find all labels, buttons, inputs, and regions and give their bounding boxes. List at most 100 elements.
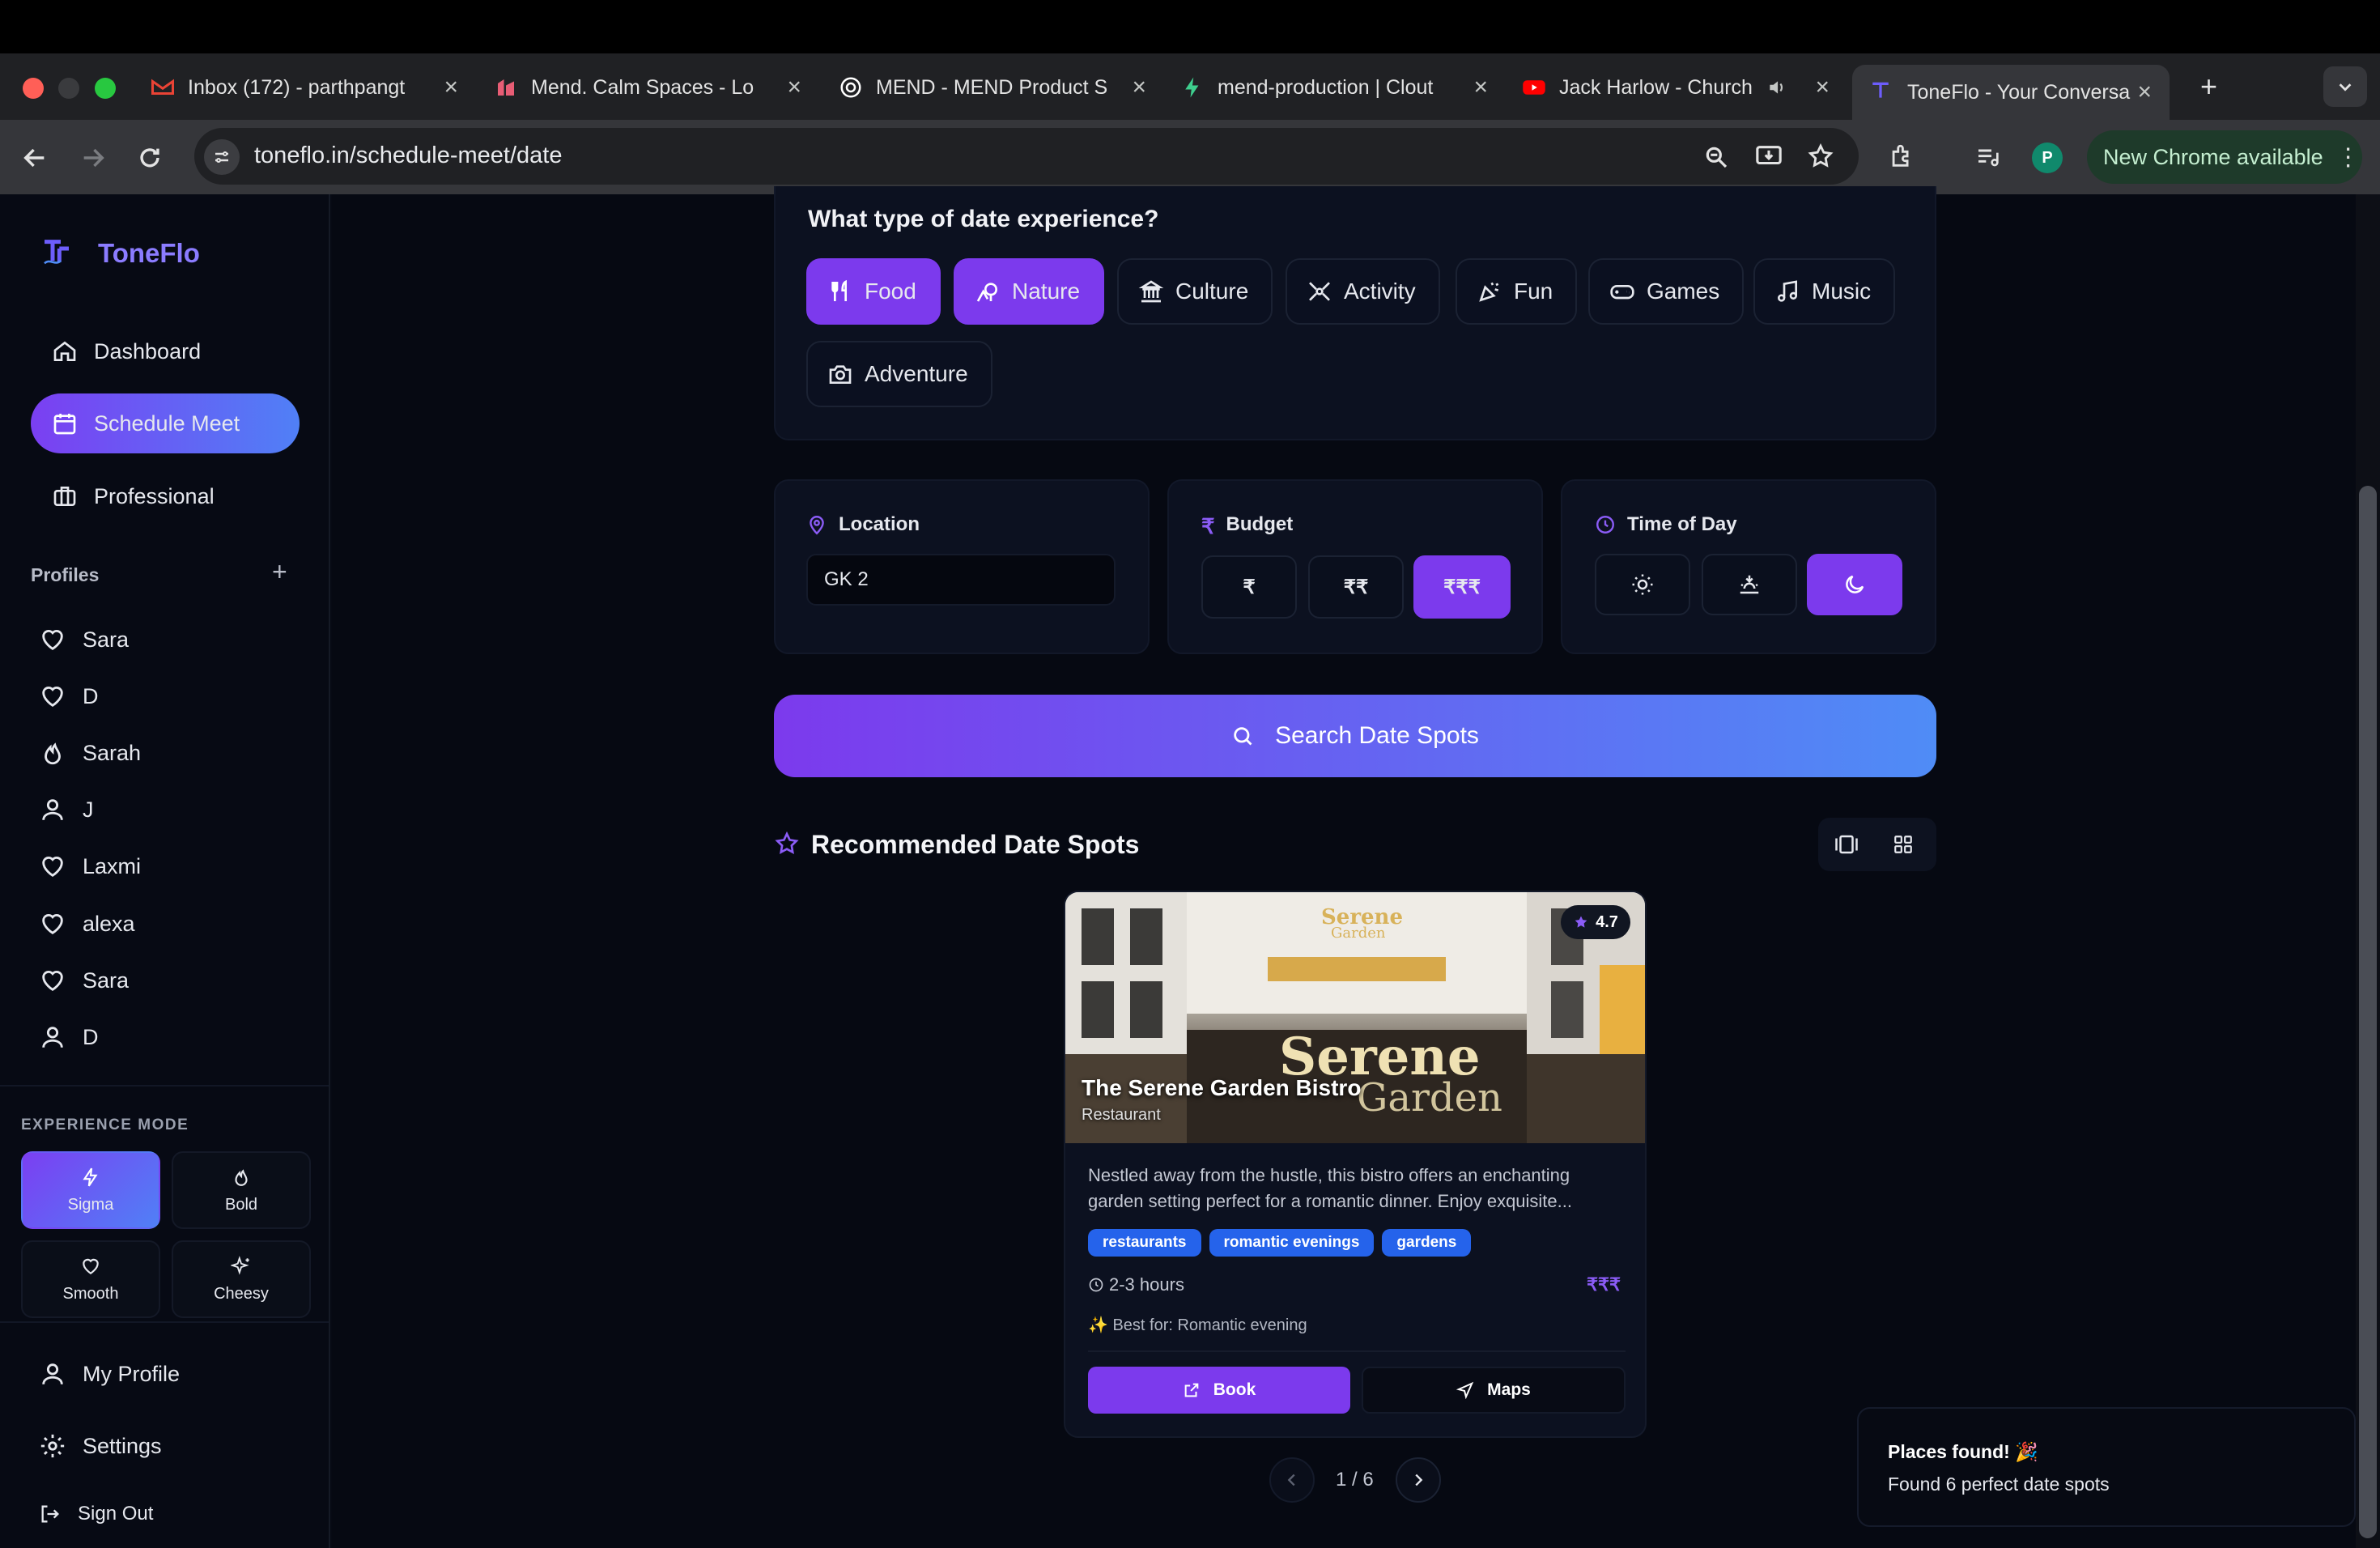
next-page-button[interactable] [1396, 1457, 1441, 1503]
category-adventure[interactable]: Adventure [806, 341, 992, 407]
brand-name[interactable]: ToneFlo [98, 238, 200, 269]
mode-sigma[interactable]: Sigma [21, 1151, 160, 1229]
toast-notification[interactable]: Places found! 🎉 Found 6 perfect date spo… [1857, 1407, 2356, 1527]
window-close-dot[interactable] [23, 78, 44, 99]
gear-icon [39, 1432, 66, 1460]
new-tab-button[interactable]: + [2200, 70, 2217, 104]
calendar-icon [52, 410, 78, 436]
speaker-icon[interactable] [1766, 77, 1789, 98]
carousel-view-icon[interactable] [1834, 832, 1859, 857]
profile-item[interactable]: alexa [39, 908, 135, 940]
profile-item[interactable]: Sarah [39, 737, 141, 769]
category-fun[interactable]: Fun [1456, 258, 1578, 325]
sun-icon [1630, 572, 1655, 597]
clock-icon [1088, 1277, 1104, 1293]
more-vert-icon[interactable]: ⋮ [2336, 143, 2361, 172]
experience-mode-heading: EXPERIENCE MODE [21, 1116, 189, 1133]
install-app-icon[interactable] [1755, 142, 1783, 170]
mode-smooth[interactable]: Smooth [21, 1240, 160, 1318]
category-culture[interactable]: Culture [1117, 258, 1273, 325]
sign-text-large-sub: Garden [1357, 1075, 1502, 1121]
close-icon[interactable]: × [2137, 79, 2152, 106]
reload-icon[interactable] [136, 144, 164, 172]
category-activity[interactable]: Activity [1286, 258, 1440, 325]
close-icon[interactable]: × [1815, 74, 1830, 101]
budget-option-low[interactable]: ₹ [1201, 555, 1297, 619]
profile-item[interactable]: D [39, 1021, 99, 1053]
close-icon[interactable]: × [444, 74, 458, 101]
prev-page-button[interactable] [1269, 1457, 1315, 1503]
sidebar-divider [0, 1085, 329, 1087]
window-maximize-dot[interactable] [95, 78, 116, 99]
bookmark-star-icon[interactable] [1807, 142, 1834, 170]
tab-title: Inbox (172) - parthpangt [188, 75, 406, 99]
window-minimize-dot[interactable] [58, 78, 79, 99]
tag-chip[interactable]: restaurants [1088, 1229, 1201, 1257]
site-info-icon[interactable] [204, 139, 240, 175]
location-input[interactable]: GK 2 [806, 554, 1116, 606]
profile-avatar[interactable]: P [2032, 142, 2063, 173]
browser-tab-cloud[interactable]: mend-production | Clout × [1180, 65, 1488, 110]
media-control-icon[interactable] [1975, 144, 2001, 170]
category-nature[interactable]: Nature [954, 258, 1105, 325]
add-profile-button[interactable]: + [272, 557, 287, 587]
profile-item[interactable]: J [39, 793, 94, 826]
profile-item[interactable]: Sara [39, 964, 129, 997]
extensions-icon[interactable] [1888, 142, 1915, 170]
scrollbar-thumb[interactable] [2359, 486, 2377, 1538]
grid-view-icon[interactable] [1893, 834, 1914, 855]
activity-icon [1307, 279, 1332, 304]
browser-tab-toneflo[interactable]: ToneFlo - Your Conversa × [1852, 65, 2170, 120]
nav-professional[interactable]: Professional [31, 466, 300, 526]
budget-option-medium[interactable]: ₹₹ [1308, 555, 1404, 619]
profile-item[interactable]: D [39, 680, 99, 712]
book-button[interactable]: Book [1088, 1367, 1350, 1414]
new-chrome-available-button[interactable]: New Chrome available ⋮ [2087, 130, 2362, 184]
browser-tab-mend-product[interactable]: MEND - MEND Product S × [839, 65, 1146, 110]
nav-dashboard[interactable]: Dashboard [31, 321, 300, 381]
user-icon [39, 1360, 66, 1388]
utensils-icon [827, 279, 853, 304]
my-profile-link[interactable]: My Profile [39, 1358, 180, 1390]
browser-tab-mend[interactable]: Mend. Calm Spaces - Lo × [494, 65, 801, 110]
tab-search-button[interactable] [2323, 66, 2367, 107]
gamepad-icon [1609, 279, 1635, 304]
date-spot-card[interactable]: Serene Garden Serene Garden The Serene G… [1064, 891, 1647, 1438]
time-morning[interactable] [1595, 554, 1690, 615]
user-icon [39, 796, 66, 823]
browser-tab-gmail[interactable]: Inbox (172) - parthpangt × [151, 65, 458, 110]
nav-schedule-meet[interactable]: Schedule Meet [31, 393, 300, 453]
tab-title: Mend. Calm Spaces - Lo [531, 75, 754, 99]
category-music[interactable]: Music [1753, 258, 1896, 325]
settings-link[interactable]: Settings [39, 1430, 162, 1462]
profile-item[interactable]: Laxmi [39, 850, 141, 882]
close-icon[interactable]: × [1132, 74, 1146, 101]
category-food[interactable]: Food [806, 258, 941, 325]
zoom-icon[interactable] [1703, 144, 1729, 170]
budget-option-high[interactable]: ₹₹₹ [1413, 555, 1511, 619]
tag-chip[interactable]: gardens [1382, 1229, 1472, 1257]
url-text[interactable]: toneflo.in/schedule-meet/date [254, 142, 562, 169]
star-icon [774, 831, 800, 857]
tag-chip[interactable]: romantic evenings [1209, 1229, 1375, 1257]
close-icon[interactable]: × [787, 74, 801, 101]
forward-arrow-icon[interactable] [79, 144, 107, 172]
profile-item[interactable]: Sara [39, 623, 129, 656]
sign-out-link[interactable]: Sign Out [39, 1498, 153, 1530]
landmark-icon [1138, 279, 1164, 304]
browser-tab-youtube[interactable]: Jack Harlow - Church × [1522, 65, 1830, 110]
search-date-spots-button[interactable]: Search Date Spots [774, 695, 1936, 777]
category-games[interactable]: Games [1588, 258, 1745, 325]
back-arrow-icon[interactable] [21, 144, 49, 172]
time-night[interactable] [1807, 554, 1902, 615]
music-icon [1774, 279, 1800, 304]
toneflo-logo [40, 236, 73, 269]
close-icon[interactable]: × [1473, 74, 1488, 101]
time-evening[interactable] [1702, 554, 1797, 615]
sunset-icon [1737, 572, 1762, 597]
chevron-right-icon [1409, 1471, 1427, 1489]
mode-cheesy[interactable]: Cheesy [172, 1240, 311, 1318]
maps-button[interactable]: Maps [1362, 1367, 1626, 1414]
mode-bold[interactable]: Bold [172, 1151, 311, 1229]
location-label: Location [806, 513, 920, 536]
